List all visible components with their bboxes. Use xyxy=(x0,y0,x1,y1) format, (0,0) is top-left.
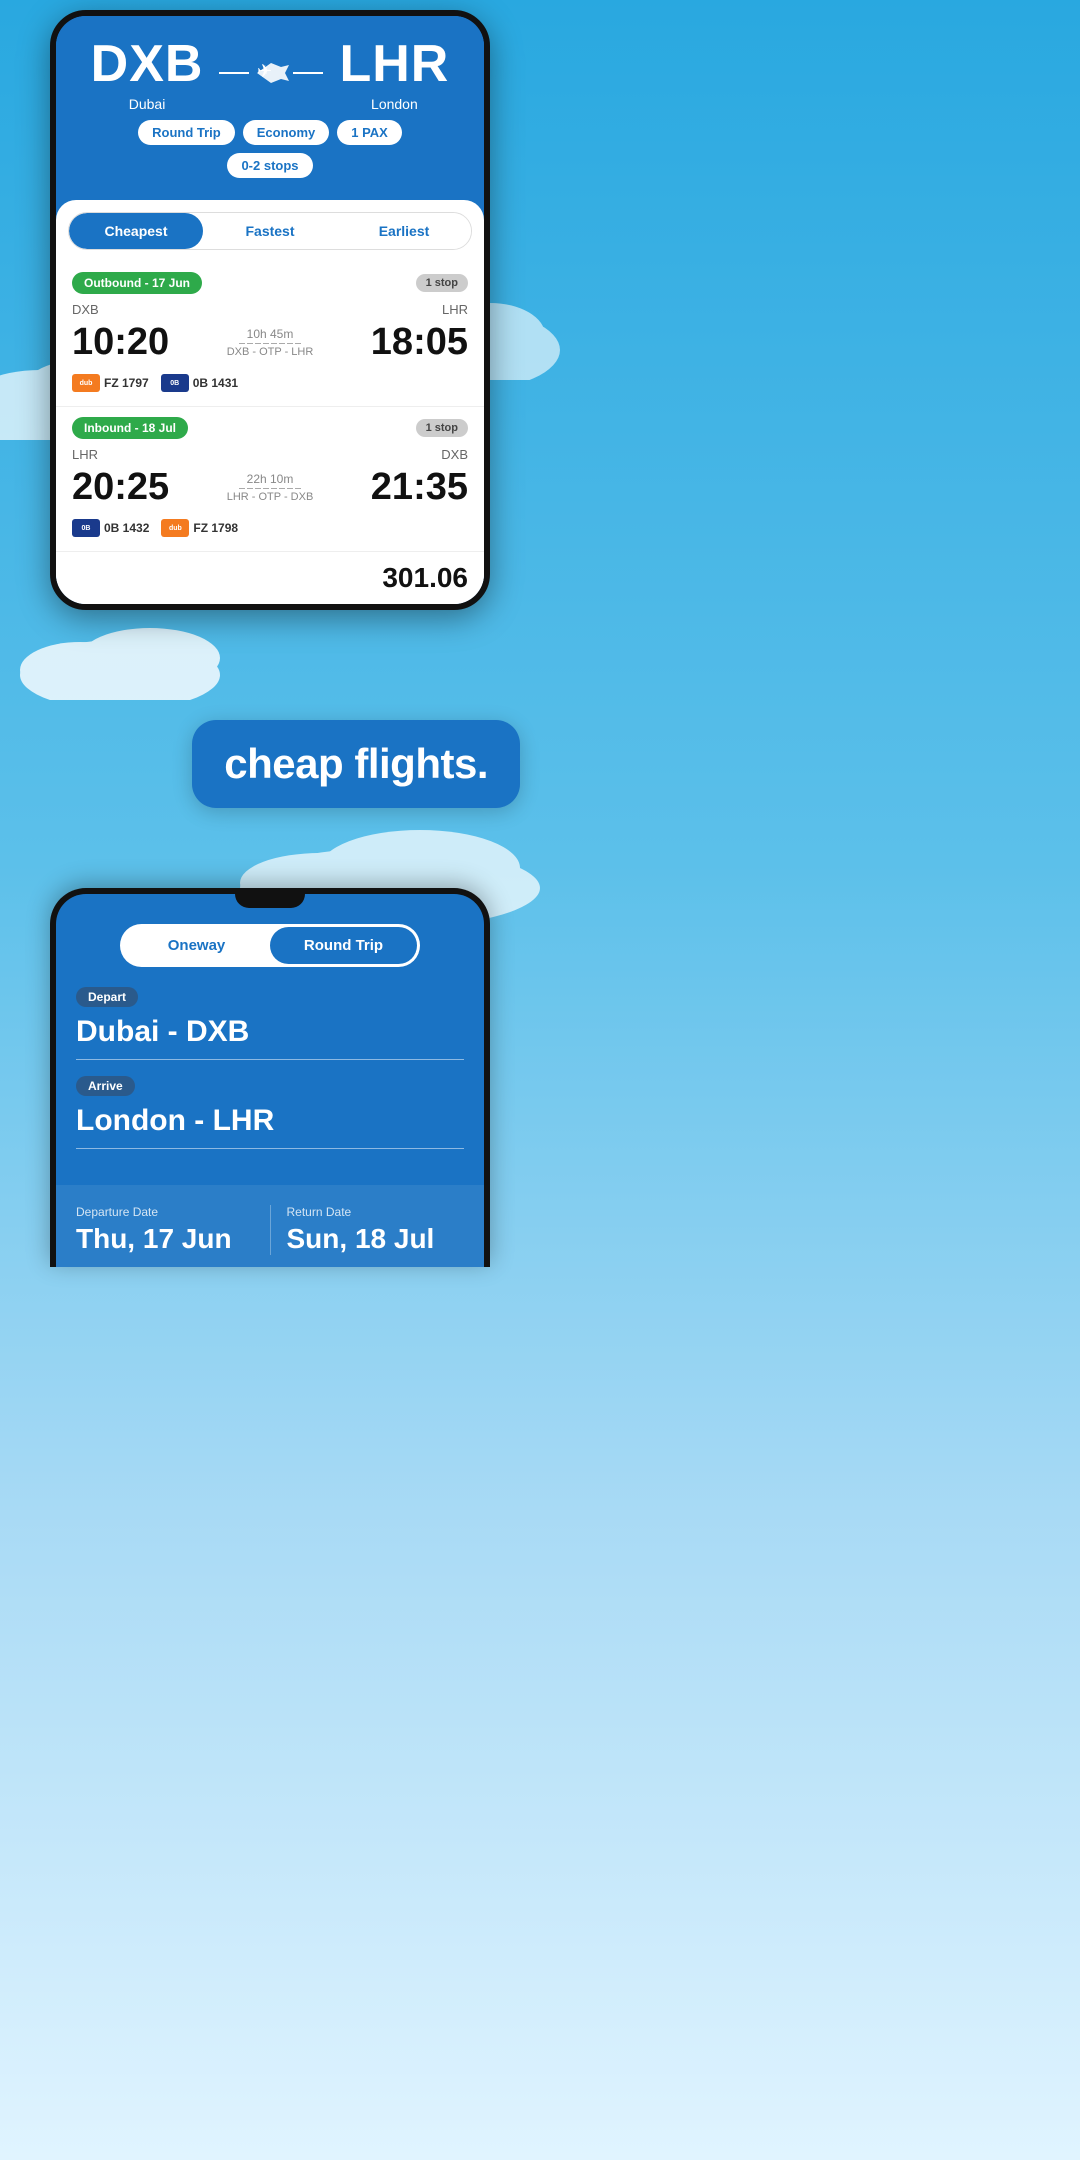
return-date-block[interactable]: Return Date Sun, 18 Jul xyxy=(287,1205,465,1255)
return-date-label: Return Date xyxy=(287,1205,465,1219)
outbound-flight-1: FZ 1797 xyxy=(104,376,149,390)
inbound-from: LHR xyxy=(72,447,98,462)
outbound-route-info: 10h 45m DXB - OTP - LHR xyxy=(169,327,371,359)
toggle-roundtrip[interactable]: Round Trip xyxy=(270,927,417,964)
departure-date-block[interactable]: Departure Date Thu, 17 Jun xyxy=(76,1205,254,1255)
inbound-route-info: 22h 10m LHR - OTP - DXB xyxy=(169,472,371,504)
destination-name: London xyxy=(339,96,449,112)
inbound-card[interactable]: Inbound - 18 Jul 1 stop LHR DXB 20:25 22… xyxy=(56,407,484,552)
inbound-flight-1: 0B 1432 xyxy=(104,521,149,535)
inbound-label: Inbound - 18 Jul xyxy=(72,417,188,439)
arrive-value[interactable]: London - LHR xyxy=(76,1104,464,1149)
outbound-dep-time: 10:20 xyxy=(72,321,169,364)
tab-fastest[interactable]: Fastest xyxy=(203,213,337,249)
inbound-airline-logo-0b: 0B xyxy=(72,519,100,537)
destination-code: LHR xyxy=(339,34,449,94)
outbound-airlines: dub FZ 1797 0B 0B 1431 xyxy=(72,374,468,392)
plane-icon-wrap: ✈ xyxy=(219,59,323,87)
toggle-oneway[interactable]: Oneway xyxy=(123,927,270,964)
sort-tabs: Cheapest Fastest Earliest xyxy=(68,212,472,250)
outbound-flight-2: 0B 1431 xyxy=(193,376,238,390)
inbound-route-dashes xyxy=(177,488,363,490)
inbound-stops: 1 stop xyxy=(416,419,468,437)
date-row: Departure Date Thu, 17 Jun Return Date S… xyxy=(56,1197,484,1267)
inbound-dep-time: 20:25 xyxy=(72,466,169,509)
outbound-airports: DXB LHR xyxy=(72,302,468,317)
origin-block: DXB Dubai xyxy=(91,34,204,112)
inbound-airline-1: 0B 0B 1432 xyxy=(72,519,149,537)
outbound-stops: 1 stop xyxy=(416,274,468,292)
airline-logo-0b: 0B xyxy=(161,374,189,392)
toggle-container: Oneway Round Trip xyxy=(120,924,420,967)
inbound-times: 20:25 22h 10m LHR - OTP - DXB 21:35 xyxy=(72,466,468,509)
departure-date-value: Thu, 17 Jun xyxy=(76,1223,254,1255)
depart-value[interactable]: Dubai - DXB xyxy=(76,1015,464,1060)
date-divider xyxy=(270,1205,271,1255)
pax-pill[interactable]: 1 PAX xyxy=(337,120,402,145)
phone-notch xyxy=(235,894,305,908)
phone-top: DXB Dubai ✈ LHR London Round Trip xyxy=(50,10,490,610)
departure-date-label: Departure Date xyxy=(76,1205,254,1219)
outbound-airline-2: 0B 0B 1431 xyxy=(161,374,238,392)
inbound-airports: LHR DXB xyxy=(72,447,468,462)
inbound-arr-time: 21:35 xyxy=(371,466,468,509)
arrive-label: Arrive xyxy=(76,1076,135,1096)
inbound-airlines: 0B 0B 1432 dub FZ 1798 xyxy=(72,519,468,537)
outbound-label: Outbound - 17 Jun xyxy=(72,272,202,294)
outbound-from: DXB xyxy=(72,302,99,317)
trip-type-pill[interactable]: Round Trip xyxy=(138,120,235,145)
inbound-header: Inbound - 18 Jul 1 stop xyxy=(72,417,468,439)
promo-bubble: cheap flights. xyxy=(192,720,520,808)
outbound-times: 10:20 10h 45m DXB - OTP - LHR 18:05 xyxy=(72,321,468,364)
origin-name: Dubai xyxy=(91,96,204,112)
partial-price: 301.06 xyxy=(382,562,468,593)
dates-section: Departure Date Thu, 17 Jun Return Date S… xyxy=(56,1185,484,1267)
cabin-pill[interactable]: Economy xyxy=(243,120,330,145)
airline-logo-fz: dub xyxy=(72,374,100,392)
outbound-airline-1: dub FZ 1797 xyxy=(72,374,149,392)
destination-block: LHR London xyxy=(339,34,449,112)
filter-pills: Round Trip Economy 1 PAX 0-2 stops xyxy=(76,112,464,190)
airports-row: DXB Dubai ✈ LHR London xyxy=(76,34,464,112)
depart-label: Depart xyxy=(76,987,138,1007)
inbound-route-path: LHR - OTP - DXB xyxy=(177,491,363,503)
origin-code: DXB xyxy=(91,34,204,94)
outbound-card[interactable]: Outbound - 17 Jun 1 stop DXB LHR 10:20 1… xyxy=(56,262,484,407)
flight-header: DXB Dubai ✈ LHR London Round Trip xyxy=(56,16,484,200)
tab-cheapest[interactable]: Cheapest xyxy=(69,213,203,249)
stops-pill[interactable]: 0-2 stops xyxy=(227,153,312,178)
partial-price-row: 301.06 xyxy=(56,552,484,604)
inbound-duration: 22h 10m xyxy=(177,472,363,486)
results-area: Cheapest Fastest Earliest Outbound - 17 … xyxy=(56,200,484,604)
outbound-route-path: DXB - OTP - LHR xyxy=(177,346,363,358)
inbound-flight-2: FZ 1798 xyxy=(193,521,238,535)
outbound-header: Outbound - 17 Jun 1 stop xyxy=(72,272,468,294)
outbound-to: LHR xyxy=(442,302,468,317)
promo-section: cheap flights. xyxy=(0,680,540,838)
phone-bottom: Oneway Round Trip Depart Dubai - DXB Arr… xyxy=(50,888,490,1267)
return-date-value: Sun, 18 Jul xyxy=(287,1223,465,1255)
promo-text: cheap flights. xyxy=(224,740,488,787)
route-dashes xyxy=(177,343,363,345)
inbound-airline-2: dub FZ 1798 xyxy=(161,519,238,537)
inbound-airline-logo-fz: dub xyxy=(161,519,189,537)
tab-earliest[interactable]: Earliest xyxy=(337,213,471,249)
outbound-arr-time: 18:05 xyxy=(371,321,468,364)
inbound-to: DXB xyxy=(441,447,468,462)
trip-type-toggle: Oneway Round Trip xyxy=(76,924,464,967)
svg-text:✈: ✈ xyxy=(257,61,272,81)
plane-icon: ✈ xyxy=(253,59,289,87)
outbound-duration: 10h 45m xyxy=(177,327,363,341)
search-form: Depart Dubai - DXB Arrive London - LHR xyxy=(56,987,484,1185)
